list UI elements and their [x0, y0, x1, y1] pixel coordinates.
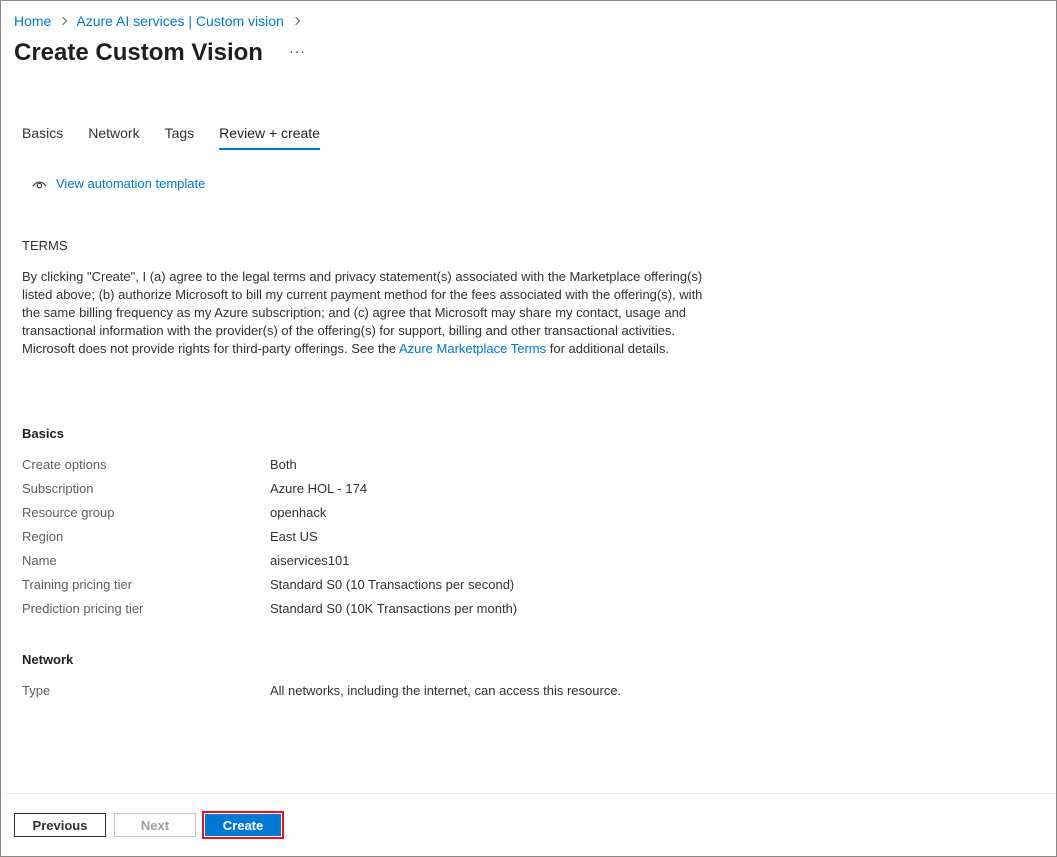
summary-label: Training pricing tier	[22, 576, 133, 592]
summary-row: Training pricing tier Standard S0 (10 Tr…	[22, 572, 922, 596]
summary-row: Create options Both	[22, 452, 922, 476]
wizard-tabs: Basics Network Tags Review + create	[22, 125, 345, 150]
summary-row: Prediction pricing tier Standard S0 (10K…	[22, 596, 922, 620]
create-button[interactable]: Create	[205, 814, 281, 836]
breadcrumb-service[interactable]: Azure AI services | Custom vision	[76, 13, 283, 29]
summary-row: Resource group openhack	[22, 500, 922, 524]
summary-row: Region East US	[22, 524, 922, 548]
network-summary: Type All networks, including the interne…	[22, 678, 922, 702]
summary-label: Create options	[22, 456, 107, 472]
summary-row: Subscription Azure HOL - 174	[22, 476, 922, 500]
terms-text-after: for additional details.	[546, 341, 669, 356]
basics-summary: Create options Both Subscription Azure H…	[22, 452, 922, 620]
network-section-title: Network	[22, 652, 74, 667]
basics-section-title: Basics	[22, 426, 64, 441]
summary-value: Both	[270, 456, 297, 472]
summary-value: East US	[270, 528, 318, 544]
breadcrumb-home[interactable]: Home	[14, 13, 51, 29]
summary-value: Standard S0 (10K Transactions per month)	[270, 600, 518, 616]
tab-tags[interactable]: Tags	[165, 125, 195, 150]
footer-divider	[2, 793, 1056, 794]
summary-label: Name	[22, 552, 57, 568]
chevron-right-icon	[291, 16, 301, 26]
eye-icon	[32, 180, 47, 188]
summary-label: Subscription	[22, 480, 94, 496]
summary-label: Resource group	[22, 504, 115, 520]
tab-network[interactable]: Network	[88, 125, 139, 150]
summary-value: aiservices101	[270, 552, 350, 568]
more-options-button[interactable]: ···	[289, 43, 306, 59]
summary-row: Type All networks, including the interne…	[22, 678, 922, 702]
summary-row: Name aiservices101	[22, 548, 922, 572]
previous-button[interactable]: Previous	[14, 813, 106, 837]
view-automation-template-link[interactable]: View automation template	[32, 176, 205, 191]
azure-marketplace-terms-link[interactable]: Azure Marketplace Terms	[399, 341, 546, 356]
page-frame: Home Azure AI services | Custom vision C…	[0, 0, 1057, 857]
tab-basics[interactable]: Basics	[22, 125, 63, 150]
summary-label: Type	[22, 682, 51, 698]
summary-value: Standard S0 (10 Transactions per second)	[270, 576, 515, 592]
automation-label: View automation template	[56, 176, 206, 191]
chevron-right-icon	[59, 16, 68, 26]
next-button[interactable]: Next	[114, 813, 196, 837]
page-title: Create Custom Vision	[14, 39, 263, 66]
summary-label: Prediction pricing tier	[22, 600, 144, 616]
summary-value: openhack	[270, 504, 327, 520]
title-row: Create Custom Vision ···	[14, 39, 306, 67]
tab-review-create[interactable]: Review + create	[219, 125, 320, 150]
terms-heading: TERMS	[22, 238, 68, 253]
summary-value: All networks, including the internet, ca…	[270, 682, 622, 698]
summary-value: Azure HOL - 174	[270, 480, 368, 496]
summary-label: Region	[22, 528, 64, 544]
terms-text: By clicking "Create", I (a) agree to the…	[22, 268, 712, 358]
breadcrumb: Home Azure AI services | Custom vision	[14, 13, 309, 29]
